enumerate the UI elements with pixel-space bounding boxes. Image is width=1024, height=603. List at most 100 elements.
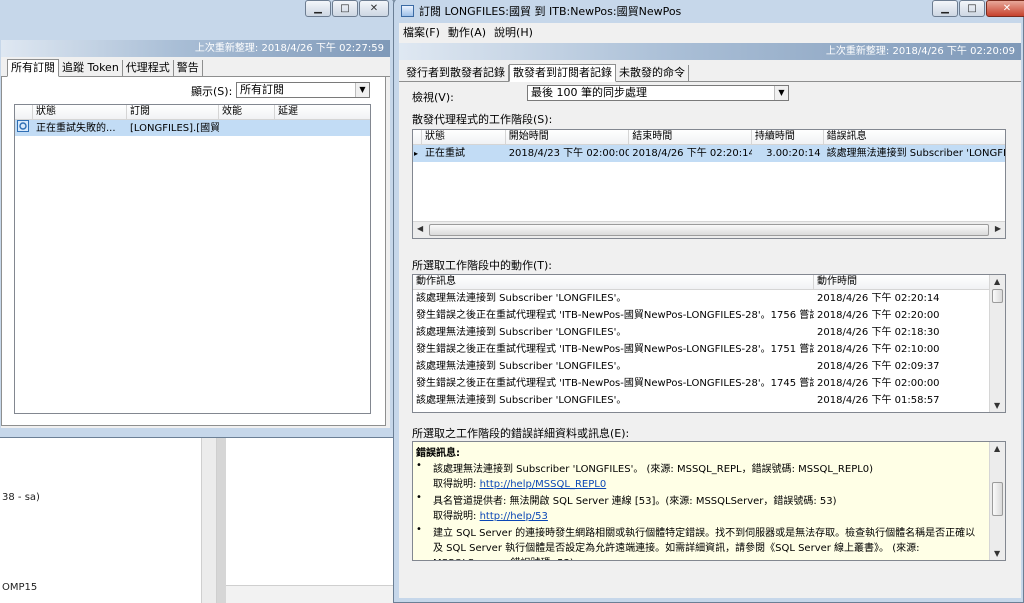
tab-all-subscriptions[interactable]: 所有訂閱 <box>7 59 59 77</box>
column-header-action-message[interactable]: 動作訊息 <box>413 275 814 289</box>
scroll-thumb[interactable] <box>992 289 1003 303</box>
detail-help: 取得說明: http://help/MSSQL_REPL0 <box>433 475 985 490</box>
table-row[interactable]: ▸ 正在重試 2018/4/23 下午 02:00:00 2018/4/26 下… <box>413 145 1005 162</box>
subscriptions-window: ▁ □ ✕ 上次重新整理: 2018/4/26 下午 02:27:59 所有訂閱… <box>0 0 395 438</box>
action-message: 發生錯誤之後正在重試代理程式 'ITB-NewPos-國貿NewPos-LONG… <box>416 310 814 321</box>
dropdown-arrow-icon[interactable]: ▼ <box>774 86 788 100</box>
actions-label: 所選取工作階段中的動作(T): <box>412 259 553 272</box>
table-row[interactable]: 正在重試失敗的... [LONGFILES].[國貿] <box>15 120 370 136</box>
dropdown-arrow-icon[interactable]: ▼ <box>355 83 369 97</box>
minimize-button[interactable]: ▁ <box>932 0 958 17</box>
row-end-time: 2018/4/26 下午 02:20:14 <box>632 148 752 159</box>
menu-action[interactable]: 動作(A) <box>448 24 486 40</box>
column-header-start-time[interactable]: 開始時間 <box>506 130 630 144</box>
table-row[interactable]: 發生錯誤之後正在重試代理程式 'ITB-NewPos-國貿NewPos-LONG… <box>413 375 1005 392</box>
subscription-icon <box>15 120 33 136</box>
sessions-hscrollbar[interactable]: ◀ ▶ <box>413 221 1005 238</box>
scroll-down-icon[interactable]: ▼ <box>994 549 1000 558</box>
tab-warnings[interactable]: 警告 <box>173 60 203 76</box>
help-prefix: 取得說明: <box>433 511 480 522</box>
history-tabs: 發行者到散發者記錄 散發者到訂閱者記錄 未散發的命令 <box>399 64 1021 82</box>
actions-vscrollbar[interactable]: ▲ ▼ <box>989 275 1005 412</box>
background-scrollbar[interactable] <box>201 438 217 603</box>
column-header-status[interactable]: 狀態 <box>33 105 127 119</box>
scroll-up-icon[interactable]: ▲ <box>994 277 1000 286</box>
table-row[interactable]: 該處理無法連接到 Subscriber 'LONGFILES'。 2018/4/2… <box>413 290 1005 307</box>
maximize-button[interactable]: □ <box>959 0 985 17</box>
icon-column-header <box>15 105 33 119</box>
action-time: 2018/4/26 下午 02:00:00 <box>817 378 940 389</box>
details-vscrollbar[interactable]: ▲ ▼ <box>989 442 1005 560</box>
column-header-subscription[interactable]: 訂閱 <box>127 105 219 119</box>
table-row[interactable]: 該處理無法連接到 Subscriber 'LONGFILES'。 2018/4/2… <box>413 392 1005 409</box>
background-pane <box>0 437 395 603</box>
action-message: 該處理無法連接到 Subscriber 'LONGFILES'。 <box>416 327 627 338</box>
row-start-time: 2018/4/23 下午 02:00:00 <box>508 148 630 159</box>
scroll-thumb[interactable] <box>992 482 1003 516</box>
scroll-left-icon[interactable]: ◀ <box>417 224 423 233</box>
column-header-status[interactable]: 狀態 <box>422 130 506 144</box>
column-header-duration[interactable]: 持續時間 <box>752 130 824 144</box>
table-row[interactable]: 該處理無法連接到 Subscriber 'LONGFILES'。 2018/4/2… <box>413 358 1005 375</box>
background-scrollbar[interactable] <box>226 585 394 603</box>
tab-agents[interactable]: 代理程式 <box>122 60 174 76</box>
tab-publisher-to-distributor[interactable]: 發行者到散發者記錄 <box>403 65 509 81</box>
menu-bar: 檔案(F) 動作(A) 說明(H) <box>399 23 1021 41</box>
background-text: OMP15 <box>2 582 38 593</box>
view-select[interactable]: 最後 100 筆的同步處理 ▼ <box>527 85 789 101</box>
action-time: 2018/4/26 下午 01:58:57 <box>817 395 940 406</box>
last-refresh-banner: 上次重新整理: 2018/4/26 下午 02:27:59 <box>1 40 390 57</box>
column-header-latency[interactable]: 延遲 <box>275 105 370 119</box>
help-link[interactable]: http://help/53 <box>480 511 548 522</box>
detail-item: 具名管道提供者: 無法開啟 SQL Server 連線 [53]。(來源: MS… <box>413 492 985 522</box>
column-header-error-message[interactable]: 錯誤訊息 <box>824 130 1005 144</box>
scroll-right-icon[interactable]: ▶ <box>995 224 1001 233</box>
detail-text: 具名管道提供者: 無法開啟 SQL Server 連線 [53]。(來源: MS… <box>433 496 837 507</box>
grid-header: 狀態 訂閱 效能 延遲 <box>15 105 370 120</box>
action-message: 發生錯誤之後正在重試代理程式 'ITB-NewPos-國貿NewPos-LONG… <box>416 378 814 389</box>
grid-header: 狀態 開始時間 結束時間 持續時間 錯誤訊息 <box>413 130 1005 145</box>
subscription-detail-window: 訂閱 LONGFILES:國貿 到 ITB:NewPos:國貿NewPos ▁ … <box>393 0 1024 603</box>
column-header-end-time[interactable]: 結束時間 <box>629 130 752 144</box>
close-button[interactable]: ✕ <box>359 0 389 17</box>
table-row[interactable]: 該處理無法連接到 Subscriber 'LONGFILES'。 2018/4/2… <box>413 324 1005 341</box>
scroll-thumb[interactable] <box>429 224 989 236</box>
tab-tracer-token[interactable]: 追蹤 Token <box>59 60 123 76</box>
tab-undistributed-commands[interactable]: 未散發的命令 <box>616 65 689 81</box>
minimize-button[interactable]: ▁ <box>305 0 331 17</box>
column-header-action-time[interactable]: 動作時間 <box>814 275 990 289</box>
table-row[interactable]: 發生錯誤之後正在重試代理程式 'ITB-NewPos-國貿NewPos-LONG… <box>413 341 1005 358</box>
row-error-message: 該處理無法連接到 Subscriber 'LONGFILE <box>826 148 1005 159</box>
scroll-up-icon[interactable]: ▲ <box>994 444 1000 453</box>
detail-client: 檔案(F) 動作(A) 說明(H) 上次重新整理: 2018/4/26 下午 0… <box>399 23 1021 598</box>
detail-text: 該處理無法連接到 Subscriber 'LONGFILES'。 (來源: MS… <box>433 464 874 475</box>
view-label: 檢視(V): <box>412 91 454 104</box>
close-button[interactable]: ✕ <box>986 0 1024 17</box>
action-message: 該處理無法連接到 Subscriber 'LONGFILES'。 <box>416 293 627 304</box>
sessions-label: 散發代理程式的工作階段(S): <box>412 113 553 126</box>
action-message: 該處理無法連接到 Subscriber 'LONGFILES'。 <box>416 395 627 406</box>
row-status: 正在重試 <box>424 148 465 159</box>
row-subscription: [LONGFILES].[國貿] <box>130 123 219 134</box>
tab-distributor-to-subscriber[interactable]: 散發者到訂閱者記錄 <box>509 64 616 82</box>
row-performance <box>219 120 275 136</box>
detail-help: 取得說明: http://help/53 <box>433 507 985 522</box>
subscriptions-client: 上次重新整理: 2018/4/26 下午 02:27:59 所有訂閱 追蹤 To… <box>1 40 390 428</box>
row-pointer-icon: ▸ <box>414 149 419 158</box>
window-controls: ▁ □ ✕ <box>304 0 389 17</box>
title-bar: 訂閱 LONGFILES:國貿 到 ITB:NewPos:國貿NewPos <box>394 1 1023 21</box>
table-row[interactable]: 發生錯誤之後正在重試代理程式 'ITB-NewPos-國貿NewPos-LONG… <box>413 307 1005 324</box>
maximize-button[interactable]: □ <box>332 0 358 17</box>
show-filter-select[interactable]: 所有訂閱 ▼ <box>236 82 370 98</box>
last-refresh-banner: 上次重新整理: 2018/4/26 下午 02:20:09 <box>399 43 1021 60</box>
menu-file[interactable]: 檔案(F) <box>403 24 440 40</box>
background-splitter[interactable] <box>217 438 226 603</box>
tab-panel: 顯示(S): 所有訂閱 ▼ 狀態 訂閱 效能 延遲 正在重試失敗的... [LO… <box>1 77 386 426</box>
menu-help[interactable]: 說明(H) <box>494 24 533 40</box>
window-title: 訂閱 LONGFILES:國貿 到 ITB:NewPos:國貿NewPos <box>419 5 682 18</box>
scroll-down-icon[interactable]: ▼ <box>994 401 1000 410</box>
detail-text: 建立 SQL Server 的連接時發生網路相關或執行個體特定錯誤。找不到伺服器… <box>433 528 976 560</box>
detail-item: 該處理無法連接到 Subscriber 'LONGFILES'。 (來源: MS… <box>413 460 985 490</box>
help-link[interactable]: http://help/MSSQL_REPL0 <box>480 479 607 490</box>
column-header-performance[interactable]: 效能 <box>219 105 275 119</box>
